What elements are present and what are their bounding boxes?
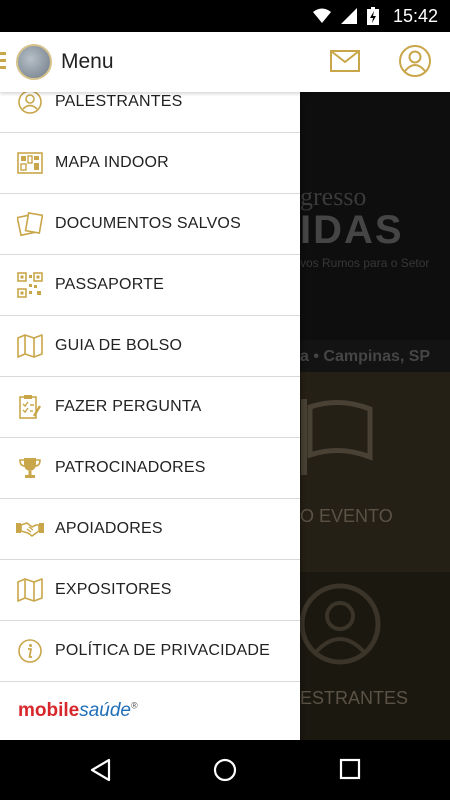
navigation-drawer: PALESTRANTES MAPA INDOOR DOCUMENTOS SALV… (0, 92, 300, 740)
page-title: Menu (61, 50, 114, 73)
menu-item-label: GUIA DE BOLSO (55, 337, 183, 354)
menu-item-expositores[interactable]: EXPOSITORES (0, 560, 300, 621)
menu-item-guia-de-bolso[interactable]: GUIA DE BOLSO (0, 316, 300, 377)
status-bar: 15:42 (0, 0, 450, 32)
menu-item-politica-de-privacidade[interactable]: POLÍTICA DE PRIVACIDADE (0, 621, 300, 682)
menu-item-patrocinadores[interactable]: PATROCINADORES (0, 438, 300, 499)
banner-location: a • Campinas, SP (300, 348, 431, 365)
signal-icon (340, 8, 357, 24)
map-indoor-icon (16, 149, 44, 177)
menu-item-label: POLÍTICA DE PRIVACIDADE (55, 642, 271, 659)
menu-item-passaporte[interactable]: PASSAPORTE (0, 255, 300, 316)
tile-palestrantes-label: ESTRANTES (300, 688, 409, 708)
menu-item-label: APOIADORES (55, 520, 163, 537)
menu-item-apoiadores[interactable]: APOIADORES (0, 499, 300, 560)
menu-item-label: DOCUMENTOS SALVOS (55, 215, 241, 232)
handshake-icon (16, 515, 44, 543)
folded-map-icon (16, 332, 44, 360)
status-time: 15:42 (392, 5, 438, 26)
speaker-icon (299, 583, 381, 665)
banner-line1: gresso (300, 182, 367, 211)
brand-mark: ® (131, 700, 138, 711)
menu-item-label: PALESTRANTES (55, 93, 183, 110)
flag-icon (301, 399, 373, 475)
qr-code-icon (16, 271, 44, 299)
banner-line3: vos Rumos para o Setor (300, 256, 430, 270)
menu-item-mapa-indoor[interactable]: MAPA INDOOR (0, 133, 300, 194)
menu-item-label: EXPOSITORES (55, 581, 172, 598)
profile-icon[interactable] (399, 45, 431, 77)
documents-icon (16, 210, 44, 238)
banner-line2: IDAS (300, 208, 404, 252)
wifi-icon (312, 8, 331, 23)
recents-icon[interactable] (339, 758, 361, 780)
menu-item-label: PATROCINADORES (55, 459, 206, 476)
mobilesaude-logo: mobilesaúde® (18, 700, 138, 722)
status-icons: 15:42 (312, 0, 438, 32)
info-icon (16, 637, 44, 665)
brand-part1: mobile (18, 700, 80, 721)
tile-evento-label: O EVENTO (300, 506, 393, 526)
trophy-icon (16, 454, 44, 482)
menu-toggle-icon[interactable] (0, 52, 6, 72)
brand-part2: saúde (79, 700, 132, 721)
back-icon[interactable] (89, 758, 111, 782)
menu-item-documentos-salvos[interactable]: DOCUMENTOS SALVOS (0, 194, 300, 255)
folded-map-icon (16, 576, 44, 604)
app-bar: Menu (0, 32, 450, 92)
menu-item-label: FAZER PERGUNTA (55, 398, 202, 415)
battery-icon (366, 7, 379, 25)
menu-item-palestrantes[interactable]: PALESTRANTES (0, 92, 300, 133)
menu-item-label: MAPA INDOOR (55, 154, 169, 171)
home-icon[interactable] (213, 758, 237, 782)
mail-icon[interactable] (330, 50, 360, 72)
event-logo[interactable] (16, 44, 52, 80)
system-nav-bar (0, 740, 450, 800)
speaker-icon (16, 92, 44, 116)
menu-item-fazer-pergunta[interactable]: FAZER PERGUNTA (0, 377, 300, 438)
clipboard-icon (16, 393, 44, 421)
menu-item-label: PASSAPORTE (55, 276, 164, 293)
